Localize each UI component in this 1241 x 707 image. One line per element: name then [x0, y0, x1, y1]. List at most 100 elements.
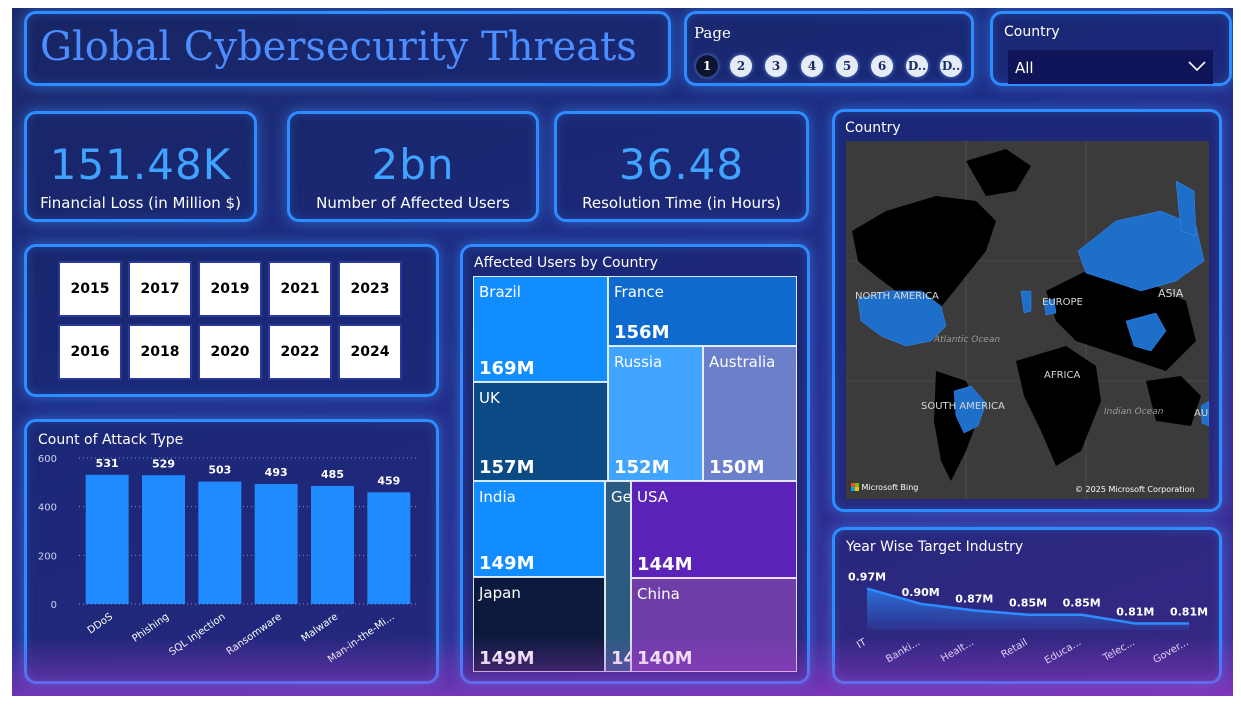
- page-button-5[interactable]: 5: [836, 55, 858, 77]
- treemap-tile[interactable]: UK 157M: [473, 382, 608, 481]
- y-tick-label: 0: [51, 600, 57, 611]
- year-button[interactable]: 2023: [338, 261, 402, 317]
- year-button[interactable]: 2022: [268, 324, 332, 380]
- data-label: 0.87M: [955, 592, 993, 605]
- tile-name: Germ...: [611, 488, 631, 506]
- tile-name: Brazil: [479, 283, 521, 301]
- tile-name: India: [479, 488, 516, 506]
- bing-logo: Microsoft Bing: [851, 483, 918, 492]
- world-map[interactable]: NORTH AMERICA EUROPE ASIA Atlantic Ocean…: [846, 141, 1209, 499]
- data-label: 0.81M: [1170, 605, 1208, 618]
- map-label: Indian Ocean: [1104, 407, 1164, 417]
- page-button-6[interactable]: 6: [871, 55, 893, 77]
- tile-value: 140M: [637, 648, 693, 669]
- bar: [311, 485, 354, 604]
- kpi-value: 36.48: [618, 140, 745, 189]
- kpi-affected-users: 2bn Number of Affected Users: [287, 111, 539, 222]
- affected-users-treemap: Brazil 169M France 156M UK 157M Russia 152M Aust…: [473, 276, 797, 672]
- tile-value: 149M: [479, 553, 535, 574]
- data-label: 531: [96, 457, 119, 470]
- country-slicer: Country All: [990, 11, 1232, 86]
- kpi-financial-loss: 151.48K Financial Loss (in Million $): [24, 111, 257, 222]
- page-navigator: Page 1 2 3 4 5 6 D.. D..: [684, 11, 974, 86]
- x-tick-label: IT: [855, 637, 869, 652]
- chart-title: Count of Attack Type: [38, 432, 184, 448]
- tile-value: 169M: [479, 358, 535, 379]
- x-tick-label: Banki...: [884, 637, 922, 665]
- kpi-resolution-time: 36.48 Resolution Time (in Hours): [554, 111, 809, 222]
- kpi-value: 151.48K: [49, 140, 232, 189]
- treemap-tile[interactable]: China 140M: [631, 578, 797, 672]
- page-title: Global Cybersecurity Threats: [40, 24, 637, 70]
- country-dropdown-value: All: [1015, 59, 1034, 77]
- tile-value: 144M: [637, 554, 693, 575]
- data-label: 529: [152, 457, 175, 470]
- treemap-tile[interactable]: Germ... 148M: [605, 481, 631, 672]
- chart-title: Affected Users by Country: [474, 255, 658, 271]
- tile-value: 148M: [611, 648, 630, 669]
- country-dropdown[interactable]: All: [1008, 50, 1213, 84]
- map-label: AFRICA: [1044, 370, 1081, 381]
- tile-value: 156M: [614, 322, 670, 343]
- tile-value: 149M: [479, 648, 535, 669]
- windows-logo-icon: [851, 483, 859, 491]
- kpi-label: Resolution Time (in Hours): [582, 194, 781, 212]
- map-label: AUS: [1194, 408, 1209, 419]
- x-tick-label: Retail: [1000, 637, 1030, 661]
- world-map-graphic: [846, 141, 1209, 499]
- treemap-tile[interactable]: Russia 152M: [608, 346, 703, 481]
- treemap-tile[interactable]: Australia 150M: [703, 346, 797, 481]
- year-button[interactable]: 2017: [128, 261, 192, 317]
- dashboard-canvas: Global Cybersecurity Threats Page 1 2 3 …: [12, 8, 1233, 696]
- bar: [367, 492, 411, 604]
- kpi-value: 2bn: [371, 140, 455, 189]
- data-label: 0.81M: [1116, 605, 1154, 618]
- treemap-tile[interactable]: France 156M: [608, 276, 797, 346]
- data-label: 485: [321, 468, 344, 481]
- data-label: 0.85M: [1063, 597, 1101, 610]
- page-button-8[interactable]: D..: [940, 55, 962, 77]
- tile-name: China: [637, 585, 680, 603]
- treemap-tile[interactable]: Japan 149M: [473, 577, 605, 672]
- x-tick-label: DDoS: [86, 611, 115, 636]
- data-label: 0.85M: [1009, 597, 1047, 610]
- page-button-2[interactable]: 2: [730, 55, 752, 77]
- y-tick-label: 200: [38, 551, 57, 562]
- treemap-tile[interactable]: USA 144M: [631, 481, 797, 578]
- bar: [198, 481, 242, 604]
- year-button[interactable]: 2016: [58, 324, 122, 380]
- data-label: 0.90M: [902, 586, 940, 599]
- treemap-tile[interactable]: India 149M: [473, 481, 605, 577]
- x-tick-label: SQL Injection: [167, 611, 227, 658]
- map-label: Atlantic Ocean: [934, 335, 1001, 345]
- page-button-3[interactable]: 3: [765, 55, 787, 77]
- tile-name: Australia: [709, 353, 776, 371]
- page-button-4[interactable]: 4: [801, 55, 823, 77]
- y-tick-label: 600: [38, 454, 57, 465]
- page-button-1[interactable]: 1: [696, 55, 718, 77]
- target-industry-chart-panel: Year Wise Target Industry 0.97M IT 0.90M Ba…: [832, 527, 1222, 684]
- tile-value: 150M: [709, 457, 765, 478]
- year-button[interactable]: 2021: [268, 261, 332, 317]
- x-tick-label: Malware: [300, 611, 341, 644]
- bar: [254, 484, 298, 604]
- year-button[interactable]: 2024: [338, 324, 402, 380]
- bar: [142, 475, 185, 604]
- treemap-tile[interactable]: Brazil 169M: [473, 276, 608, 382]
- x-tick-label: Educa...: [1043, 637, 1083, 667]
- tile-name: UK: [479, 389, 500, 407]
- year-button[interactable]: 2015: [58, 261, 122, 317]
- x-tick-label: Ransomware: [225, 611, 284, 657]
- x-tick-label: Healt...: [939, 637, 976, 665]
- year-button[interactable]: 2019: [198, 261, 262, 317]
- country-map-panel: Country NORTH AMERICA EUROPE ASIA Atlant…: [832, 109, 1222, 512]
- year-button[interactable]: 2018: [128, 324, 192, 380]
- attack-type-chart-panel: Count of Attack Type 0 200 400 600 531 DDoS 52…: [24, 419, 439, 684]
- year-button[interactable]: 2020: [198, 324, 262, 380]
- x-tick-label: Gover...: [1152, 637, 1191, 666]
- map-label: EUROPE: [1042, 297, 1083, 308]
- y-tick-label: 400: [38, 503, 57, 514]
- page-button-7[interactable]: D..: [906, 55, 928, 77]
- attack-type-bar-chart: 0 200 400 600 531 DDoS 529 Phishing 503 SQL Injec…: [38, 454, 417, 665]
- map-label: SOUTH AMERICA: [921, 401, 1005, 412]
